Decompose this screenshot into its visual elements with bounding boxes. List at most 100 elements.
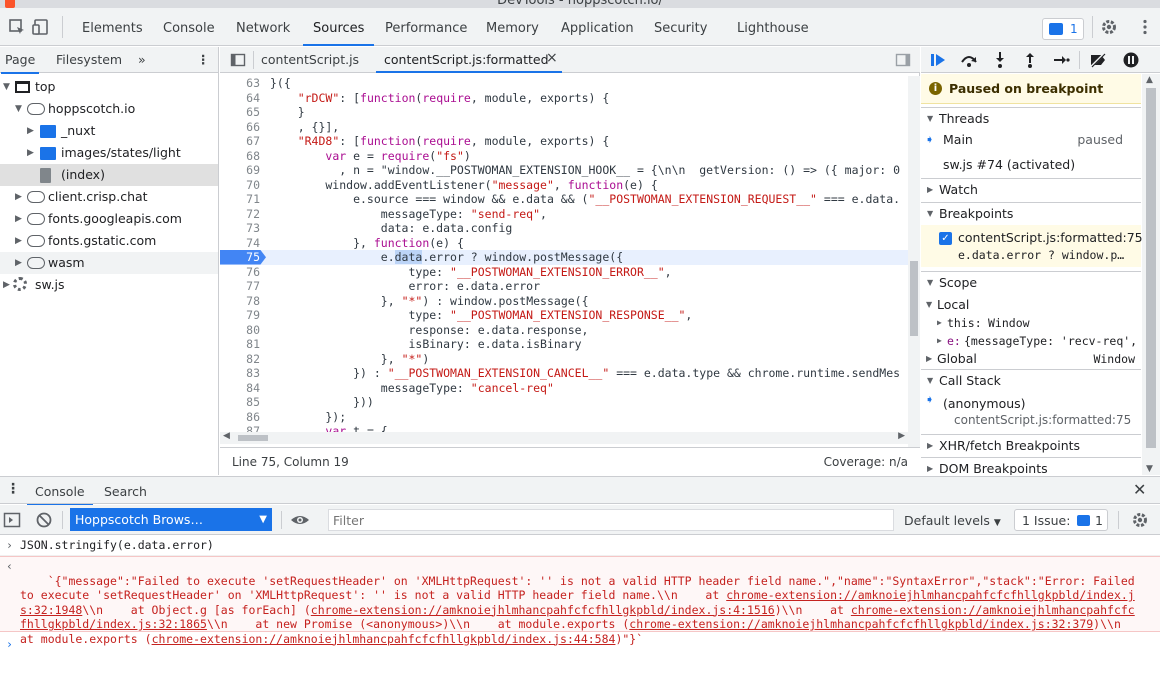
tab-memory[interactable]: Memory bbox=[486, 8, 539, 46]
tab-network[interactable]: Network bbox=[236, 8, 290, 46]
tab-application[interactable]: Application bbox=[561, 8, 634, 46]
step-out-icon[interactable] bbox=[1021, 51, 1039, 69]
line-number[interactable]: 69 bbox=[220, 163, 260, 178]
scope-section-header[interactable]: ▼ Scope bbox=[921, 271, 1141, 293]
deactivate-breakpoints-icon[interactable] bbox=[1089, 51, 1107, 69]
line-number[interactable]: 74 bbox=[220, 236, 260, 251]
tab-sources[interactable]: Sources bbox=[302, 8, 375, 46]
clear-console-icon[interactable] bbox=[35, 511, 53, 529]
xhr-breakpoints-section-header[interactable]: ▶ XHR/fetch Breakpoints bbox=[921, 434, 1141, 456]
tab-security[interactable]: Security bbox=[654, 8, 707, 46]
scrollbar-thumb[interactable] bbox=[1146, 88, 1156, 448]
line-number[interactable]: 66 bbox=[220, 120, 260, 135]
tree-item-images[interactable]: ▶ images/states/light bbox=[0, 142, 218, 164]
console-filter-input[interactable] bbox=[328, 509, 894, 531]
editor-tab-contentscript-formatted[interactable]: contentScript.js:formatted bbox=[384, 52, 549, 67]
line-number[interactable]: 65 bbox=[220, 105, 260, 120]
more-options-icon[interactable] bbox=[1136, 18, 1154, 36]
scroll-down-arrow-icon[interactable]: ▼ bbox=[1146, 464, 1153, 474]
step-over-icon[interactable] bbox=[960, 51, 978, 69]
issues-counter-button[interactable]: 1 bbox=[1042, 18, 1084, 40]
scroll-up-arrow-icon[interactable]: ▲ bbox=[1146, 75, 1153, 85]
line-number[interactable]: 73 bbox=[220, 221, 260, 236]
tab-elements[interactable]: Elements bbox=[82, 8, 143, 46]
line-number[interactable]: 64 bbox=[220, 91, 260, 106]
dom-breakpoints-section-header[interactable]: ▶ DOM Breakpoints bbox=[921, 457, 1141, 475]
line-number[interactable]: 63 bbox=[220, 76, 260, 91]
console-output[interactable]: › JSON.stringify(e.data.error) ‹ `{"messa… bbox=[0, 536, 1160, 681]
thread-sw[interactable]: sw.js #74 (activated) bbox=[921, 154, 1141, 176]
live-expression-eye-icon[interactable] bbox=[290, 511, 310, 529]
toggle-navigator-icon[interactable] bbox=[230, 52, 246, 68]
tab-performance[interactable]: Performance bbox=[385, 8, 467, 46]
line-number[interactable]: 68 bbox=[220, 149, 260, 164]
javascript-context-select[interactable]: Hoppscotch Brows… ▼ bbox=[70, 508, 272, 531]
console-prompt[interactable]: › bbox=[0, 636, 1160, 656]
line-number[interactable]: 72 bbox=[220, 207, 260, 222]
resume-icon[interactable] bbox=[929, 51, 947, 69]
device-toolbar-icon[interactable] bbox=[32, 18, 50, 36]
breakpoints-section-header[interactable]: ▼ Breakpoints bbox=[921, 202, 1141, 224]
tree-item-wasm[interactable]: ▶ wasm bbox=[0, 252, 218, 274]
tree-item-top[interactable]: ▼ top bbox=[0, 76, 218, 98]
tree-item-index[interactable]: (index) bbox=[0, 164, 218, 186]
line-number[interactable]: 79 bbox=[220, 308, 260, 323]
line-number[interactable]: 82 bbox=[220, 352, 260, 367]
line-number[interactable]: 77 bbox=[220, 279, 260, 294]
line-number[interactable]: 67 bbox=[220, 134, 260, 149]
line-number[interactable]: 81 bbox=[220, 337, 260, 352]
editor-horizontal-scrollbar[interactable]: ◀ ▶ bbox=[220, 431, 908, 444]
scope-global[interactable]: ▶ Global Window bbox=[921, 348, 1141, 370]
line-number[interactable]: 86 bbox=[220, 410, 260, 425]
coverage-status[interactable]: Coverage: n/a bbox=[824, 455, 908, 469]
line-number[interactable]: 71 bbox=[220, 192, 260, 207]
scroll-left-arrow-icon[interactable]: ◀ bbox=[223, 431, 230, 441]
close-tab-icon[interactable]: × bbox=[546, 50, 558, 66]
tab-filesystem[interactable]: Filesystem bbox=[56, 52, 122, 67]
tab-page[interactable]: Page bbox=[0, 52, 40, 74]
code-view[interactable]: 63}({ 64 "rDCW": [function(require, modu… bbox=[220, 76, 908, 436]
drawer-tab-console[interactable]: Console bbox=[27, 484, 93, 506]
step-icon[interactable] bbox=[1052, 51, 1070, 69]
breakpoint-checkbox[interactable]: ✓ bbox=[939, 232, 952, 245]
line-number[interactable]: 78 bbox=[220, 294, 260, 309]
tree-item-crisp[interactable]: ▶ client.crisp.chat bbox=[0, 186, 218, 208]
line-number[interactable]: 76 bbox=[220, 265, 260, 280]
tree-item-gstatic[interactable]: ▶ fonts.gstatic.com bbox=[0, 230, 218, 252]
pause-on-exceptions-icon[interactable] bbox=[1122, 51, 1140, 69]
drawer-tab-search[interactable]: Search bbox=[104, 484, 147, 499]
debugger-scrollbar[interactable]: ▲ ▼ bbox=[1142, 74, 1160, 475]
settings-gear-icon[interactable] bbox=[1100, 18, 1118, 36]
editor-vertical-scrollbar[interactable] bbox=[908, 76, 920, 448]
scrollbar-thumb[interactable] bbox=[910, 261, 918, 336]
scrollbar-thumb[interactable] bbox=[238, 435, 268, 441]
console-settings-gear-icon[interactable] bbox=[1131, 511, 1149, 529]
tree-item-nuxt[interactable]: ▶ _nuxt bbox=[0, 120, 218, 142]
callstack-section-header[interactable]: ▼ Call Stack bbox=[921, 369, 1141, 391]
toggle-debugger-icon[interactable] bbox=[895, 52, 911, 68]
frame-location[interactable]: contentScript.js:formatted:75 bbox=[954, 413, 1131, 427]
line-number[interactable]: 84 bbox=[220, 381, 260, 396]
step-into-icon[interactable] bbox=[991, 51, 1009, 69]
close-drawer-icon[interactable]: ✕ bbox=[1133, 480, 1146, 499]
threads-section-header[interactable]: ▼ Threads bbox=[921, 107, 1141, 129]
line-number[interactable]: 85 bbox=[220, 395, 260, 410]
show-sidebar-icon[interactable] bbox=[3, 511, 21, 529]
log-levels-dropdown[interactable]: Default levels ▼ bbox=[904, 513, 1001, 528]
drawer-menu-icon[interactable]: ⋮ bbox=[6, 481, 20, 497]
console-issues-button[interactable]: 1 Issue: 1 bbox=[1014, 509, 1108, 531]
inspect-element-icon[interactable] bbox=[8, 18, 26, 36]
breakpoint-item[interactable]: ✓ contentScript.js:formatted:75 e.data.e… bbox=[921, 225, 1143, 267]
watch-section-header[interactable]: ▶ Watch bbox=[921, 178, 1141, 200]
more-tabs-chevron-icon[interactable]: » bbox=[138, 52, 146, 67]
line-number[interactable]: 80 bbox=[220, 323, 260, 338]
source-link[interactable]: chrome-extension://amknoiejhlmhancpahfcf… bbox=[311, 603, 775, 617]
editor-tab-contentscript[interactable]: contentScript.js bbox=[261, 52, 359, 67]
breakpoint-line-number[interactable]: 75 bbox=[220, 250, 266, 265]
tree-item-swjs[interactable]: ▶ sw.js bbox=[0, 274, 218, 296]
tab-console[interactable]: Console bbox=[163, 8, 215, 46]
line-number[interactable]: 83 bbox=[220, 366, 260, 381]
tab-lighthouse[interactable]: Lighthouse bbox=[737, 8, 809, 46]
scroll-right-arrow-icon[interactable]: ▶ bbox=[898, 431, 905, 441]
thread-main[interactable]: ➧ Main paused bbox=[921, 129, 1141, 151]
